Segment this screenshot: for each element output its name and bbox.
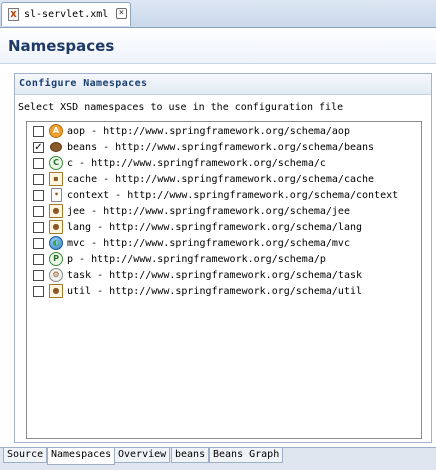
close-icon[interactable]: × [116, 8, 127, 19]
tab-beans[interactable]: beans [171, 448, 210, 463]
cache-icon: ▪ [49, 172, 63, 186]
namespace-checkbox[interactable] [33, 158, 44, 169]
namespace-row-cache[interactable]: ▪ cache - http://www.springframework.org… [27, 172, 419, 188]
namespace-checkbox[interactable] [33, 270, 44, 281]
section-header: Configure Namespaces [15, 74, 431, 95]
namespace-checkbox[interactable] [33, 190, 44, 201]
p-namespace-icon: P [49, 252, 63, 266]
mvc-globe-icon: ◐ [49, 236, 63, 250]
namespace-list[interactable]: A aop - http://www.springframework.org/s… [26, 121, 422, 439]
namespace-row-task[interactable]: ⚙ task - http://www.springframework.org/… [27, 268, 419, 284]
namespace-row-util[interactable]: ● util - http://www.springframework.org/… [27, 284, 419, 300]
namespace-label: jee - http://www.springframework.org/sch… [67, 206, 350, 217]
namespace-row-mvc[interactable]: ◐ mvc - http://www.springframework.org/s… [27, 236, 419, 252]
namespace-checkbox[interactable] [33, 286, 44, 297]
namespace-checkbox[interactable] [33, 254, 44, 265]
namespace-checkbox[interactable] [33, 206, 44, 217]
namespace-row-c[interactable]: C c - http://www.springframework.org/sch… [27, 156, 419, 172]
namespace-checkbox[interactable] [33, 174, 44, 185]
namespace-label: mvc - http://www.springframework.org/sch… [67, 238, 350, 249]
xml-file-icon: X [8, 8, 19, 21]
namespace-checkbox[interactable] [33, 222, 44, 233]
bean-icon [50, 142, 62, 152]
editor-tab-strip: X sl-servlet.xml × [0, 0, 436, 28]
tab-overview[interactable]: Overview [114, 448, 171, 463]
namespace-label: context - http://www.springframework.org… [67, 190, 399, 201]
namespace-label: p - http://www.springframework.org/schem… [67, 254, 326, 265]
task-icon: ⚙ [49, 268, 63, 282]
page-title: Namespaces [8, 37, 115, 55]
namespace-checkbox[interactable] [33, 126, 44, 137]
namespace-row-beans[interactable]: ✓ beans - http://www.springframework.org… [27, 140, 419, 156]
c-namespace-icon: C [49, 156, 63, 170]
namespace-checkbox[interactable]: ✓ [33, 142, 44, 153]
namespace-row-lang[interactable]: ● lang - http://www.springframework.org/… [27, 220, 419, 236]
namespace-label: task - http://www.springframework.org/sc… [67, 270, 363, 281]
editor-tab-sl-servlet[interactable]: X sl-servlet.xml × [1, 2, 131, 26]
namespace-label: beans - http://www.springframework.org/s… [67, 142, 375, 153]
editor-page-tabs: Source Namespaces Overview beans Beans G… [0, 447, 436, 470]
section-title: Configure Namespaces [19, 78, 148, 89]
namespace-row-jee[interactable]: ● jee - http://www.springframework.org/s… [27, 204, 419, 220]
namespace-checkbox[interactable] [33, 238, 44, 249]
lang-icon: ● [49, 220, 63, 234]
tab-source[interactable]: Source [3, 448, 48, 463]
namespace-label: aop - http://www.springframework.org/sch… [67, 126, 350, 137]
namespace-row-p[interactable]: P p - http://www.springframework.org/sch… [27, 252, 419, 268]
namespace-row-context[interactable]: • context - http://www.springframework.o… [27, 188, 419, 204]
namespace-label: cache - http://www.springframework.org/s… [67, 174, 375, 185]
util-icon: ● [49, 284, 63, 298]
namespace-label: util - http://www.springframework.org/sc… [67, 286, 363, 297]
tab-beans-graph[interactable]: Beans Graph [209, 448, 284, 463]
jee-icon: ● [49, 204, 63, 218]
namespace-label: lang - http://www.springframework.org/sc… [67, 222, 363, 233]
aop-icon: A [49, 124, 63, 138]
namespace-row-aop[interactable]: A aop - http://www.springframework.org/s… [27, 124, 419, 140]
namespace-label: c - http://www.springframework.org/schem… [67, 158, 326, 169]
section-description: Select XSD namespaces to use in the conf… [18, 102, 344, 113]
editor-tab-title: sl-servlet.xml [24, 9, 109, 20]
context-icon: • [51, 188, 62, 202]
page-header: Namespaces [0, 28, 436, 64]
tab-namespaces[interactable]: Namespaces [47, 448, 116, 465]
